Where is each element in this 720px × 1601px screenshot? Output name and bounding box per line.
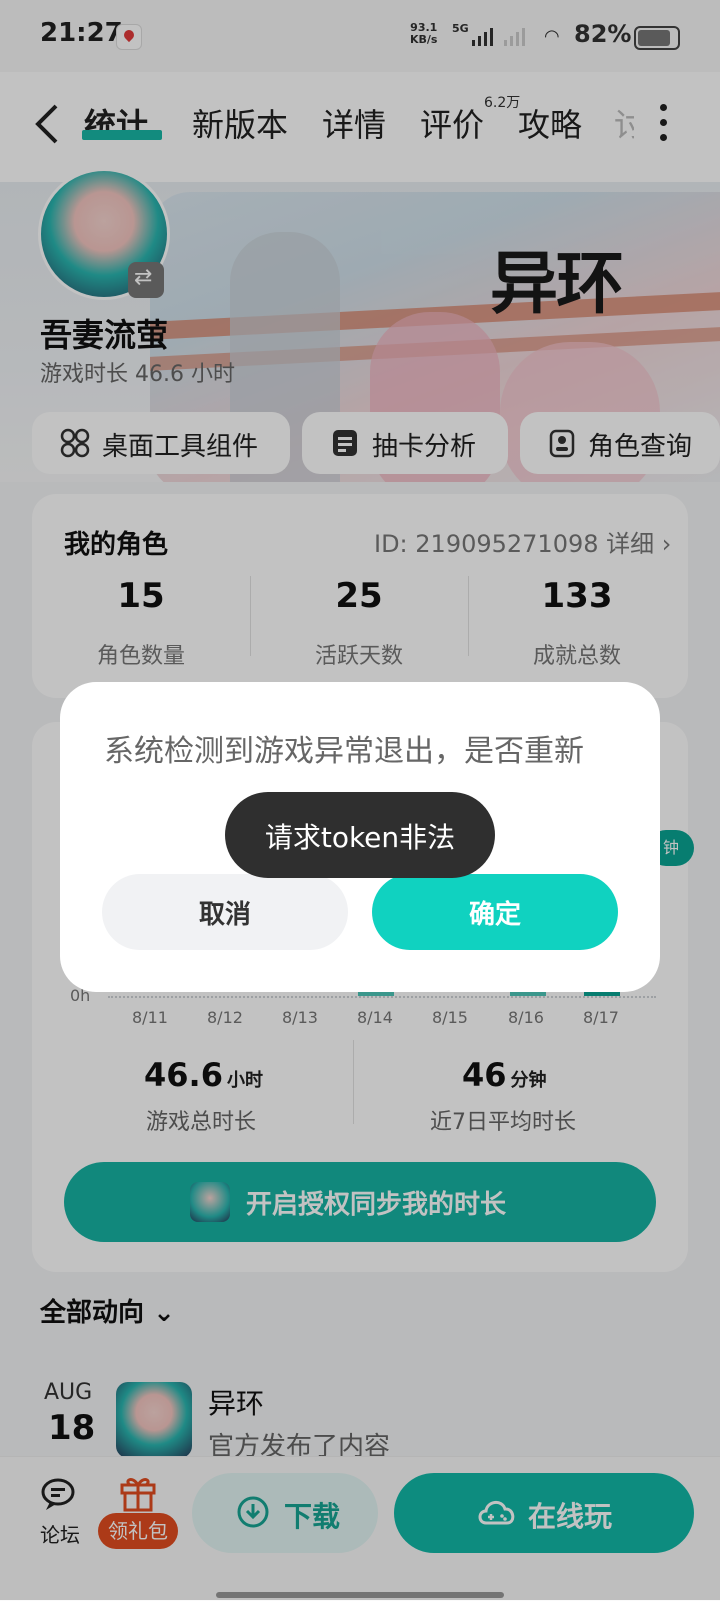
dialog-message: 系统检测到游戏异常退出，是否重新	[104, 734, 584, 769]
confirm-button[interactable]: 确定	[372, 874, 618, 950]
confirm-label: 确定	[468, 900, 521, 930]
cancel-button[interactable]: 取消	[102, 874, 348, 950]
cancel-label: 取消	[198, 900, 251, 930]
error-toast: 请求token非法	[225, 792, 495, 878]
toast-text: 请求token非法	[264, 821, 456, 854]
